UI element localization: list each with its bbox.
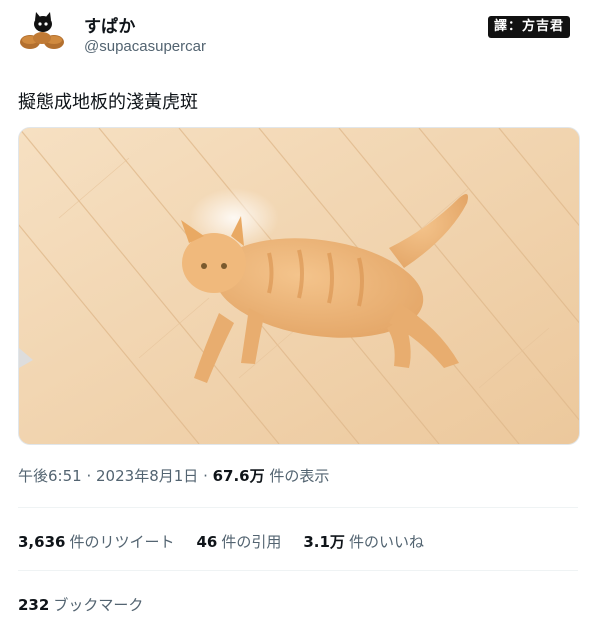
divider (18, 507, 578, 508)
likes-label: 件のいいね (348, 533, 424, 551)
user-handle[interactable]: @supacasupercar (84, 38, 206, 55)
views-count: 67.6万 (212, 467, 265, 485)
retweets-stat[interactable]: 3,636 件のリツイート (18, 531, 174, 552)
translator-watermark: 譯：方吉君 (488, 16, 571, 38)
meta-separator: · (86, 467, 97, 485)
tweet-date[interactable]: 2023年8月1日 (96, 467, 198, 485)
bookmarks-stat[interactable]: 232 ブックマーク (18, 594, 143, 615)
display-name[interactable]: すぱか (84, 12, 135, 37)
quotes-label: 件の引用 (221, 533, 282, 551)
avatar-image-icon (20, 12, 64, 49)
bookmarks-count: 232 (18, 596, 50, 614)
quotes-stat[interactable]: 46 件の引用 (196, 531, 281, 552)
bookmarks-label: ブックマーク (53, 596, 144, 614)
engagement-stats: 3,636 件のリツイート 46 件の引用 3.1万 件のいいね (18, 531, 424, 552)
tweet-text: 擬態成地板的淺黃虎斑 (18, 92, 198, 113)
avatar[interactable] (18, 12, 68, 52)
tweet-media-image[interactable] (18, 127, 580, 445)
divider (18, 570, 578, 571)
quotes-count: 46 (196, 533, 218, 551)
tweet-meta: 午後6:51 · 2023年8月1日 · 67.6万 件の表示 (18, 465, 329, 486)
retweets-label: 件のリツイート (69, 533, 175, 551)
likes-stat[interactable]: 3.1万 件のいいね (303, 531, 424, 552)
retweets-count: 3,636 (18, 533, 66, 551)
meta-separator: · (203, 467, 213, 485)
likes-count: 3.1万 (303, 533, 345, 551)
tweet-time[interactable]: 午後6:51 (18, 467, 82, 485)
views-label: 件の表示 (269, 467, 330, 485)
